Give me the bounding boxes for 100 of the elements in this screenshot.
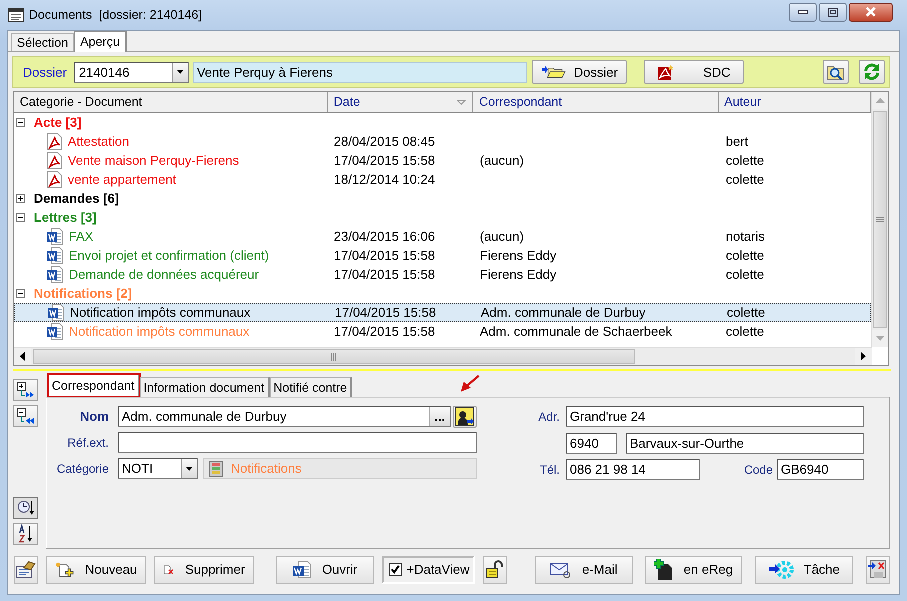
- correspondent-cell: Fierens Eddy: [480, 267, 557, 282]
- column-header[interactable]: Date: [328, 92, 474, 112]
- street-field[interactable]: Grand'rue 24: [566, 406, 864, 427]
- refresh-icon: [862, 62, 882, 82]
- tab[interactable]: Information document: [140, 377, 270, 397]
- category-name: Notifications: [231, 461, 302, 476]
- sort-by-date-button[interactable]: [13, 497, 38, 519]
- clock-sort-icon: [16, 499, 34, 517]
- email-button[interactable]: e-Mail: [535, 556, 633, 584]
- date-cell: 17/04/2015 15:58: [334, 324, 436, 339]
- dossier-button[interactable]: Dossier: [532, 60, 628, 84]
- postcode-field[interactable]: 6940: [566, 433, 617, 454]
- tab[interactable]: Correspondant: [48, 374, 140, 397]
- pdf-document-icon: [47, 152, 63, 170]
- properties-button[interactable]: [14, 556, 38, 584]
- scroll-left-icon[interactable]: [20, 352, 25, 361]
- collapse-icon[interactable]: [16, 289, 25, 298]
- author-cell: bert: [726, 134, 748, 149]
- field-label: Réf.ext.: [66, 436, 110, 450]
- correspondent-cell: (aucun): [480, 229, 524, 244]
- expand-all-button[interactable]: [13, 379, 38, 401]
- window-title: Documents [dossier: 2140146]: [29, 8, 202, 22]
- annotation-arrow: [458, 375, 480, 395]
- date-cell: 17/04/2015 15:58: [335, 305, 436, 320]
- field-label: Adr.: [538, 410, 561, 424]
- category-code: NOTI: [122, 461, 154, 476]
- document-name: Notification impôts communaux: [70, 305, 251, 320]
- document-row[interactable]: Vente maison Perquy-Fierens 17/04/2015 15:58 (aucun) colette: [14, 151, 871, 170]
- maximize-icon: [828, 8, 838, 16]
- dossier-description: Vente Perquy à Fierens: [193, 62, 528, 82]
- export-button[interactable]: [866, 556, 890, 584]
- pdf-icon: [657, 64, 676, 80]
- collapse-all-button[interactable]: [13, 405, 38, 427]
- expand-icon[interactable]: [16, 194, 25, 203]
- document-row[interactable]: Notification impôts communaux 17/04/2015 15:58 Adm. communale de Durbuy colette: [14, 303, 871, 322]
- author-cell: colette: [726, 153, 764, 168]
- search-button[interactable]: [823, 60, 849, 84]
- document-name: FAX: [69, 229, 94, 244]
- horizontal-scrollbar[interactable]: [14, 347, 872, 365]
- refresh-button[interactable]: [859, 60, 885, 84]
- lock-button[interactable]: [483, 556, 508, 584]
- document-name: Attestation: [68, 134, 130, 149]
- document-row[interactable]: Attestation 28/04/2015 08:45 bert: [14, 132, 871, 151]
- name-value: Adm. communale de Durbuy: [122, 409, 287, 424]
- date-cell: 17/04/2015 15:58: [334, 153, 436, 168]
- field-label: Code: [743, 462, 774, 476]
- new-button[interactable]: Nouveau: [46, 556, 146, 584]
- date-cell: 28/04/2015 08:45: [334, 134, 436, 149]
- form-icon: [16, 560, 36, 578]
- tab[interactable]: Aperçu: [74, 31, 128, 52]
- ereg-button[interactable]: en eReg: [644, 556, 742, 584]
- pdf-document-icon: [47, 132, 63, 150]
- sdc-button[interactable]: SDC: [644, 60, 744, 84]
- collapse-icon[interactable]: [16, 118, 25, 127]
- city-field[interactable]: Barvaux-sur-Ourthe: [626, 433, 864, 454]
- tab[interactable]: Notifié contre: [270, 377, 352, 397]
- author-cell: colette: [727, 305, 766, 320]
- date-cell: 23/04/2015 16:06: [334, 229, 436, 244]
- window-icon: [8, 8, 24, 22]
- dropdown-button[interactable]: [172, 62, 188, 82]
- maximize-button[interactable]: [819, 2, 847, 22]
- close-icon: [865, 7, 877, 17]
- collapse-all-icon: [16, 407, 36, 425]
- dossier-combo[interactable]: 2140146: [74, 62, 190, 82]
- document-row[interactable]: Notification impôts communaux 17/04/2015 15:58 Adm. communale de Schaerbeek colette: [14, 322, 871, 341]
- delete-button[interactable]: Supprimer: [154, 556, 254, 584]
- phone-field[interactable]: 086 21 98 14: [566, 459, 700, 480]
- contact-button[interactable]: [453, 406, 477, 428]
- minimize-button[interactable]: [789, 2, 817, 22]
- pdf-document-icon: [47, 170, 63, 188]
- column-header[interactable]: Categorie - Document: [14, 92, 328, 112]
- field-label: Tél.: [538, 462, 561, 476]
- open-button[interactable]: Ouvrir: [276, 556, 374, 584]
- task-button[interactable]: Tâche: [755, 556, 853, 584]
- checkbox[interactable]: [388, 563, 402, 576]
- collapse-icon[interactable]: [16, 213, 25, 222]
- category-combo[interactable]: NOTI: [118, 458, 198, 479]
- document-row[interactable]: vente appartement 18/12/2014 10:24 colette: [14, 170, 871, 189]
- document-row[interactable]: Envoi projet et confirmation (client) 17/04/2015 15:58 Fierens Eddy colette: [14, 246, 871, 265]
- browse-button[interactable]: ...: [429, 407, 450, 426]
- grip-icon: [331, 352, 337, 360]
- sort-icon: [16, 524, 34, 544]
- checkbox-label: +DataView: [406, 562, 470, 577]
- column-header[interactable]: Correspondant: [473, 92, 719, 112]
- document-row[interactable]: FAX 23/04/2015 16:06 (aucun) notaris: [14, 227, 871, 246]
- text-document-icon: [47, 322, 64, 340]
- document-name: Notification impôts communaux: [69, 324, 250, 339]
- scroll-right-icon[interactable]: [861, 352, 866, 361]
- author-cell: colette: [726, 248, 764, 263]
- text-document-icon: [47, 228, 64, 246]
- code-field[interactable]: GB6940: [777, 459, 864, 480]
- tab[interactable]: Sélection: [11, 33, 74, 51]
- close-button[interactable]: [849, 2, 893, 22]
- dropdown-arrow-icon: [186, 466, 193, 470]
- document-row[interactable]: Demande de données acquéreur 17/04/2015 15:58 Fierens Eddy colette: [14, 265, 871, 284]
- name-field[interactable]: Adm. communale de Durbuy ...: [118, 406, 451, 427]
- author-cell: colette: [726, 267, 764, 282]
- sort-alphabetical-button[interactable]: [13, 523, 38, 545]
- dropdown-button[interactable]: [181, 459, 197, 478]
- reference-field[interactable]: [118, 432, 477, 453]
